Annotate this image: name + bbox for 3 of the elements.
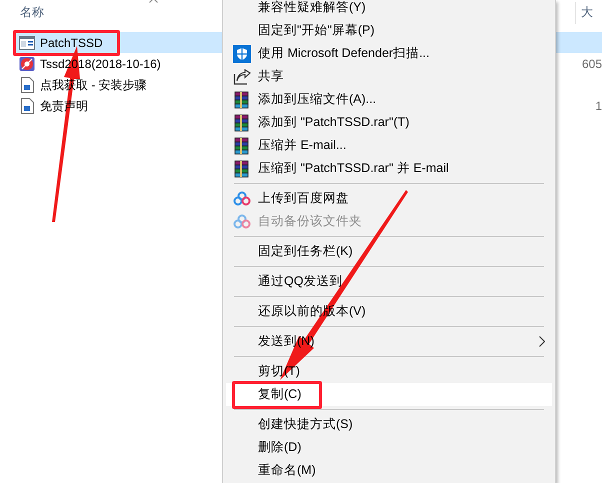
file-size: 605	[580, 56, 602, 72]
file-size: 1	[594, 98, 602, 114]
file-name: PatchTSSD	[40, 34, 103, 52]
